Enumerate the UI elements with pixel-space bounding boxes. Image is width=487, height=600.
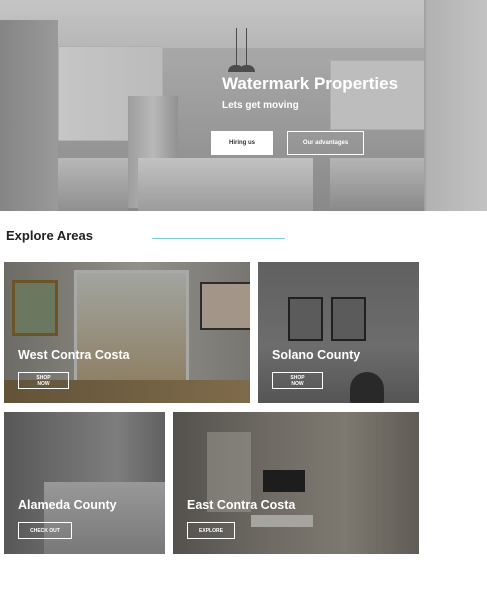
hiring-us-button[interactable]: Hiring us xyxy=(211,131,273,155)
area-card-west-contra-costa[interactable]: West Contra Costa SHOP NOW xyxy=(4,262,250,403)
hero-title: Watermark Properties xyxy=(222,74,399,93)
hero-subtitle: Lets get moving xyxy=(222,100,299,111)
area-card-title: West Contra Costa xyxy=(18,348,130,362)
section-divider xyxy=(152,238,285,239)
shop-now-button[interactable]: SHOP NOW xyxy=(18,372,69,389)
area-card-east-contra-costa[interactable]: East Contra Costa EXPLORE xyxy=(173,412,419,554)
check-out-button[interactable]: CHECK OUT xyxy=(18,522,72,539)
area-card-title: Alameda County xyxy=(18,498,117,512)
hero-banner: Watermark Properties Lets get moving Hir… xyxy=(0,0,487,211)
explore-button[interactable]: EXPLORE xyxy=(187,522,235,539)
area-card-title: Solano County xyxy=(272,348,361,362)
area-card-alameda-county[interactable]: Alameda County CHECK OUT xyxy=(4,412,165,554)
shop-now-button[interactable]: SHOP NOW xyxy=(272,372,323,389)
our-advantages-button[interactable]: Our advantages xyxy=(287,131,364,155)
explore-areas-title: Explore Areas xyxy=(6,228,93,243)
area-card-solano-county[interactable]: Solano County SHOP NOW xyxy=(258,262,419,403)
area-card-title: East Contra Costa xyxy=(187,498,296,512)
